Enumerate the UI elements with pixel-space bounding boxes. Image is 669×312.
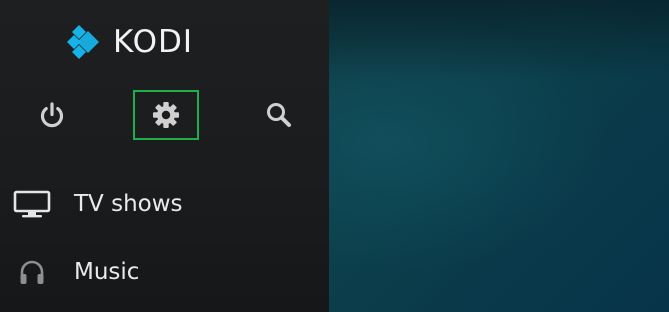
- power-button[interactable]: [19, 90, 85, 140]
- settings-button[interactable]: [133, 90, 199, 140]
- kodi-home-screen: KODI TV shows Music: [0, 0, 669, 312]
- search-button[interactable]: [246, 90, 312, 140]
- menu-item-tv-shows[interactable]: TV shows: [0, 176, 329, 232]
- tv-icon: [13, 185, 51, 223]
- search-icon: [267, 103, 291, 127]
- kodi-logo: KODI: [66, 22, 193, 62]
- power-icon: [40, 102, 64, 128]
- menu-item-label: Music: [74, 259, 140, 285]
- background-panel: [329, 0, 669, 312]
- kodi-logo-text: KODI: [113, 24, 194, 60]
- menu-item-music[interactable]: Music: [0, 244, 329, 300]
- sidebar: KODI TV shows Music: [0, 0, 329, 312]
- menu-item-label: TV shows: [74, 191, 183, 217]
- headphones-icon: [13, 253, 51, 291]
- gear-icon: [153, 102, 179, 128]
- kodi-logo-icon: [67, 25, 99, 59]
